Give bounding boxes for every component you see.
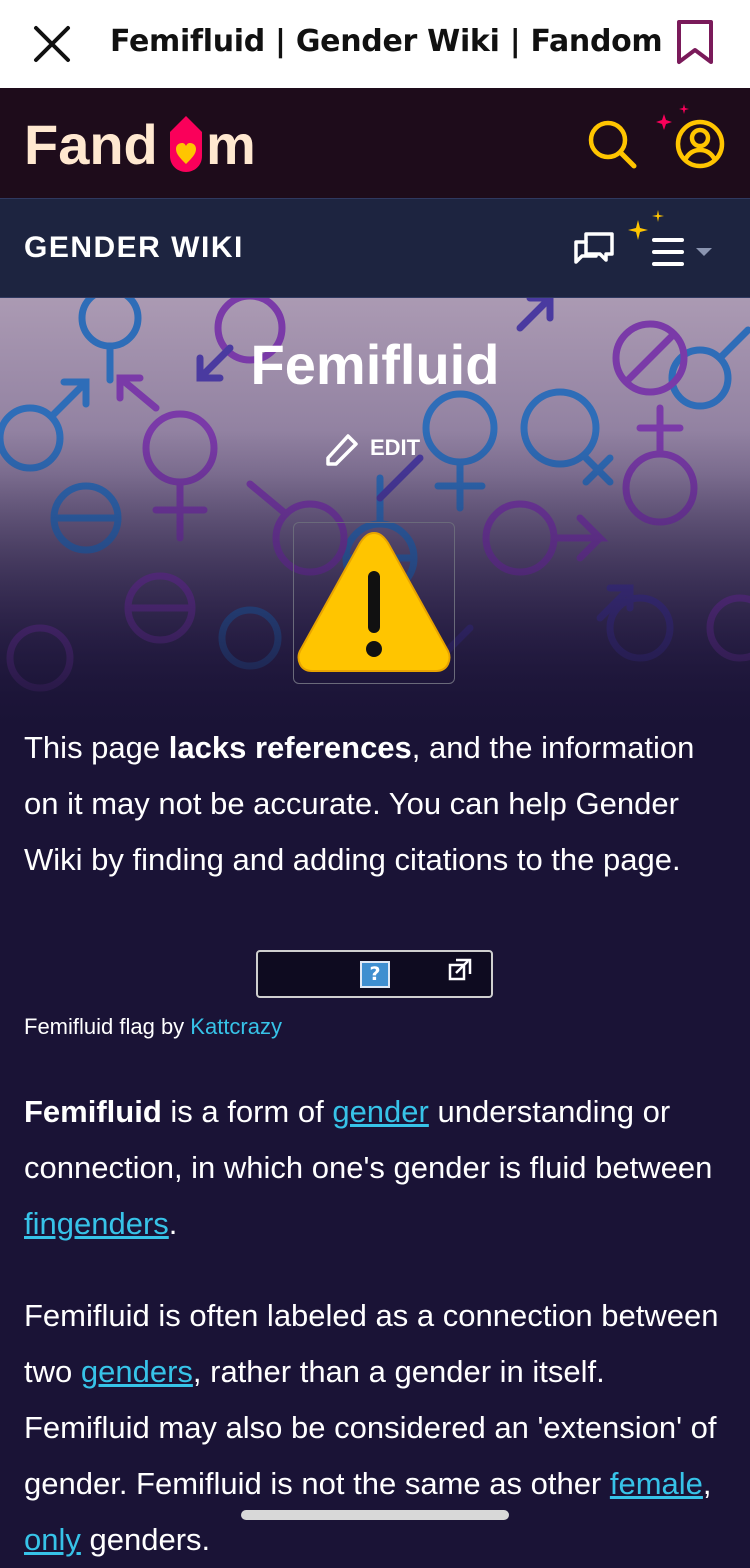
link-female[interactable]: female xyxy=(610,1466,703,1501)
edit-label: EDIT xyxy=(370,435,421,460)
link-fingenders[interactable]: fingenders xyxy=(24,1206,169,1241)
svg-text:m: m xyxy=(206,113,256,174)
page-title: Femifluid xyxy=(250,333,500,396)
discussions-icon[interactable] xyxy=(572,230,616,270)
link-gender[interactable]: gender xyxy=(332,1094,429,1129)
notice-text-bold: lacks references xyxy=(168,730,412,765)
warning-icon xyxy=(297,531,451,672)
second-paragraph: Femifluid is often labeled as a connecti… xyxy=(24,1288,734,1568)
intro-paragraph: Femifluid is a form of gender understand… xyxy=(24,1084,724,1252)
term-bold: Femifluid xyxy=(24,1094,162,1129)
menu-icon[interactable] xyxy=(624,208,720,270)
link-only[interactable]: only xyxy=(24,1522,81,1557)
references-notice: This page lacks references, and the info… xyxy=(24,720,724,888)
notice-text-pre: This page xyxy=(24,730,169,765)
fandom-logo[interactable]: Fand m xyxy=(24,112,264,174)
pencil-icon xyxy=(326,434,358,466)
flag-image[interactable]: ? xyxy=(256,950,493,998)
caption-author-link[interactable]: Kattcrazy xyxy=(190,1014,282,1039)
home-indicator[interactable] xyxy=(241,1510,509,1520)
text-segment: genders. xyxy=(80,1522,211,1557)
caption-text: Femifluid flag by xyxy=(24,1014,191,1039)
image-caption: Femifluid flag by Kattcrazy xyxy=(24,1014,282,1040)
wiki-name[interactable]: GENDER WIKI xyxy=(24,231,244,265)
svg-text:Fand: Fand xyxy=(24,113,158,174)
search-icon[interactable] xyxy=(586,118,638,170)
link-genders[interactable]: genders xyxy=(81,1354,193,1389)
browser-top-bar: Femifluid | Gender Wiki | Fandom xyxy=(0,0,750,88)
user-icon[interactable] xyxy=(650,100,730,172)
text-segment: . xyxy=(168,1206,178,1241)
expand-icon[interactable] xyxy=(446,956,474,984)
close-icon[interactable] xyxy=(30,22,74,66)
warning-box xyxy=(293,522,455,684)
bookmark-icon[interactable] xyxy=(675,18,715,66)
image-placeholder-icon: ? xyxy=(360,961,390,988)
browser-page-title: Femifluid | Gender Wiki | Fandom xyxy=(110,24,663,59)
text-segment: , xyxy=(702,1466,712,1501)
text-segment: is a form of xyxy=(161,1094,333,1129)
edit-button[interactable]: EDIT xyxy=(322,428,420,468)
